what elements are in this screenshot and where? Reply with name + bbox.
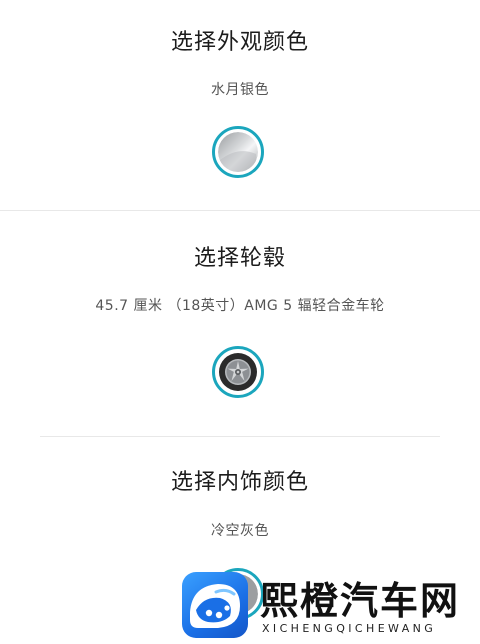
wheel-title: 选择轮毂 [193,246,286,271]
exterior-color-selected: 水月银色 [211,82,269,98]
exterior-color-swatch[interactable] [212,126,264,178]
section-divider [0,210,480,211]
wheel-swatch[interactable] [212,346,264,398]
site-watermark: 熙橙汽车网 XICHENGQICHEWANG [182,564,480,644]
interior-color-selected: 冷空灰色 [211,523,269,539]
watermark-name: 熙橙汽车网 [260,578,461,623]
wheel-icon [218,352,258,392]
exterior-color-title: 选择外观颜色 [170,30,309,55]
section-divider [40,436,440,437]
wheel-selected: 45.7 厘米 （18英寸）AMG 5 辐轻合金车轮 [95,298,385,314]
watermark-pinyin: XICHENGQICHEWANG [262,622,437,635]
watermark-logo-icon [182,572,248,638]
interior-color-title: 选择内饰颜色 [170,470,309,495]
silver-paint-swatch-icon [218,132,258,172]
